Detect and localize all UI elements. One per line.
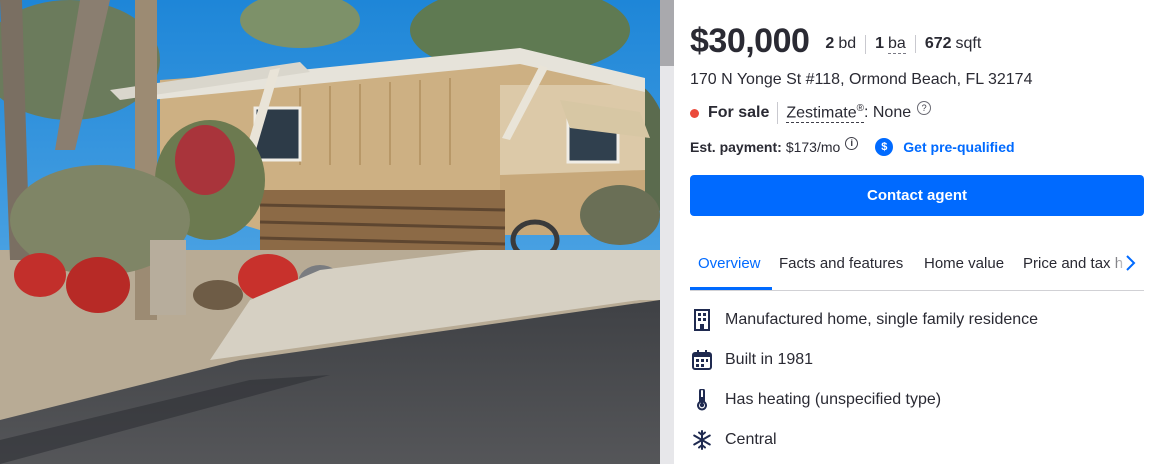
est-payment-label: Est. payment: <box>690 139 782 155</box>
feature-text: Central <box>725 431 777 448</box>
tab-facts-and-features[interactable]: Facts and features <box>779 236 903 290</box>
status-dot-icon <box>690 108 699 118</box>
baths-count: 1 <box>875 34 885 52</box>
details-tabs: Overview Facts and features Home value P… <box>690 236 1144 291</box>
dollar-icon: $ <box>875 138 894 156</box>
status-row: For sale Zestimate® : None ? <box>690 101 932 125</box>
feature-text: Has heating (unspecified type) <box>725 391 942 408</box>
building-icon <box>690 308 714 332</box>
info-icon[interactable]: i <box>845 136 859 150</box>
divider <box>777 102 779 124</box>
payment-row: Est. payment: $173/mo i $ Get pre-qualif… <box>690 136 1015 158</box>
sqft-count: 672 <box>924 35 952 52</box>
sqft-fact: 672 sqft <box>914 35 991 53</box>
zestimate-value: : None <box>863 104 912 121</box>
contact-agent-button[interactable]: Contact agent <box>690 175 1144 216</box>
home-facts: 2 bd 1 ba 672 sqft <box>825 34 991 54</box>
registered-mark: ® <box>856 102 864 114</box>
calendar-icon <box>690 348 714 372</box>
listing-details: $30,000 2 bd 1 ba 672 sqft 170 N Yonge S… <box>690 0 1146 464</box>
beds-label: bd <box>838 35 857 52</box>
gallery-scrollbar[interactable] <box>660 0 674 464</box>
feature-text: Built in 1981 <box>725 351 814 368</box>
price: $30,000 <box>690 21 810 60</box>
sqft-label: sqft <box>955 35 982 52</box>
zestimate-label: Zestimate <box>786 104 857 122</box>
chevron-right-icon[interactable] <box>1124 252 1138 274</box>
active-tab-indicator <box>690 287 772 290</box>
get-prequalified-link[interactable]: Get pre-qualified <box>903 139 1014 155</box>
thermometer-icon <box>690 388 714 412</box>
beds-fact: 2 bd <box>825 35 865 53</box>
feature-home-type: Manufactured home, single family residen… <box>690 307 1038 333</box>
baths-label: ba <box>888 34 906 54</box>
summary-row: $30,000 2 bd 1 ba 672 sqft <box>690 20 990 62</box>
house-photo-illustration <box>0 0 660 464</box>
feature-text: Manufactured home, single family residen… <box>725 311 1039 328</box>
status-label: For sale <box>708 104 770 121</box>
beds-count: 2 <box>825 35 835 52</box>
zestimate-link[interactable]: Zestimate® <box>786 102 864 124</box>
baths-fact[interactable]: 1 ba <box>865 34 915 54</box>
feature-heating: Has heating (unspecified type) <box>690 387 941 413</box>
scrollbar-thumb[interactable] <box>660 0 674 66</box>
tab-home-value[interactable]: Home value <box>924 236 1004 290</box>
question-icon[interactable]: ? <box>917 101 932 115</box>
listing-photo[interactable] <box>0 0 660 464</box>
feature-cooling: Central <box>690 427 777 453</box>
address: 170 N Yonge St #118, Ormond Beach, FL 32… <box>690 71 1033 88</box>
est-payment-value: $173/mo <box>785 139 841 155</box>
snowflake-icon <box>690 428 714 452</box>
tab-overview[interactable]: Overview <box>698 236 761 290</box>
feature-year-built: Built in 1981 <box>690 347 813 373</box>
